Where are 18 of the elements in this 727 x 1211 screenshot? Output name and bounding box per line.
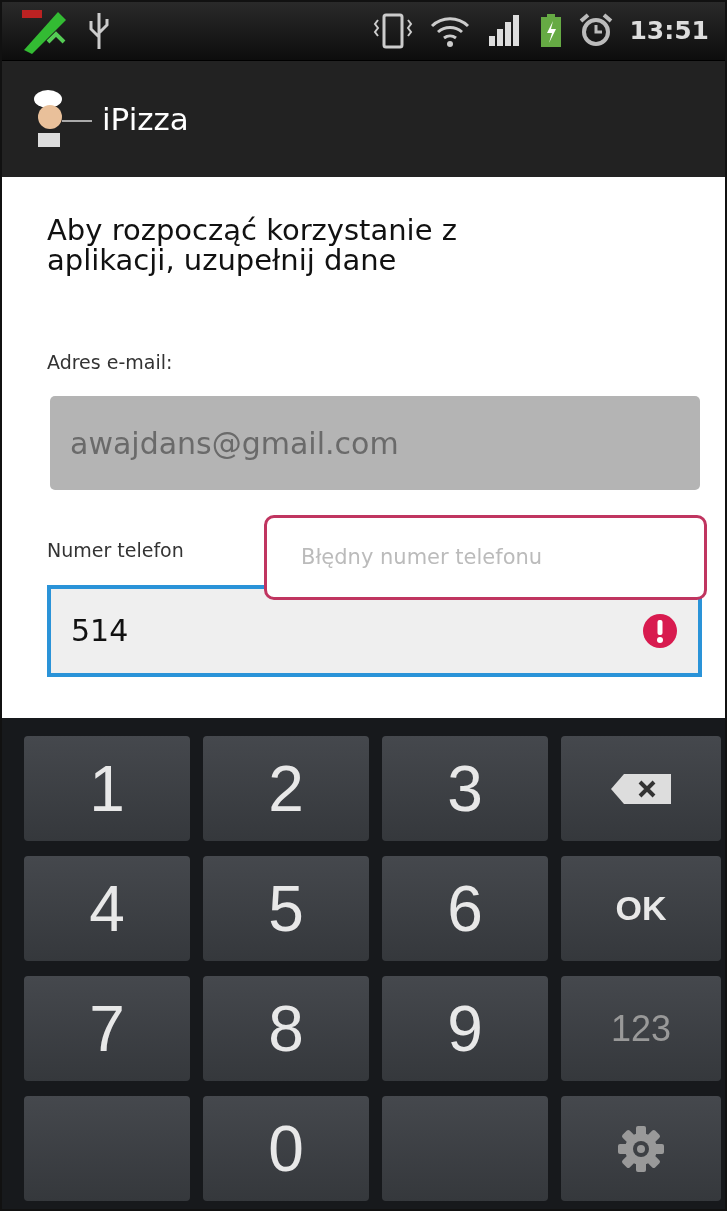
digit-key[interactable]: 7: [24, 976, 190, 1081]
clock-time: 13:51: [629, 15, 709, 48]
email-label: Adres e-mail:: [47, 349, 174, 375]
digit-key[interactable]: 1: [24, 736, 190, 841]
digit-key[interactable]: 4: [24, 856, 190, 961]
digit-key[interactable]: 3: [382, 736, 548, 841]
digit-key[interactable]: 6: [382, 856, 548, 961]
digit-key[interactable]: 0: [203, 1096, 369, 1201]
app-title: iPizza: [102, 99, 189, 139]
mode-key[interactable]: 123: [561, 976, 721, 1081]
phone-label: Numer telefon: [47, 538, 184, 564]
ok-key[interactable]: OK: [561, 856, 721, 961]
error-tooltip: Błędny numer telefonu: [264, 515, 707, 600]
digit-key[interactable]: 5: [203, 856, 369, 961]
digit-key[interactable]: 9: [382, 976, 548, 1081]
digit-key[interactable]: 8: [203, 976, 369, 1081]
form-heading: Aby rozpocząć korzystanie z aplikacji, uzupełnij dane: [47, 215, 458, 276]
digit-key[interactable]: 2: [203, 736, 369, 841]
